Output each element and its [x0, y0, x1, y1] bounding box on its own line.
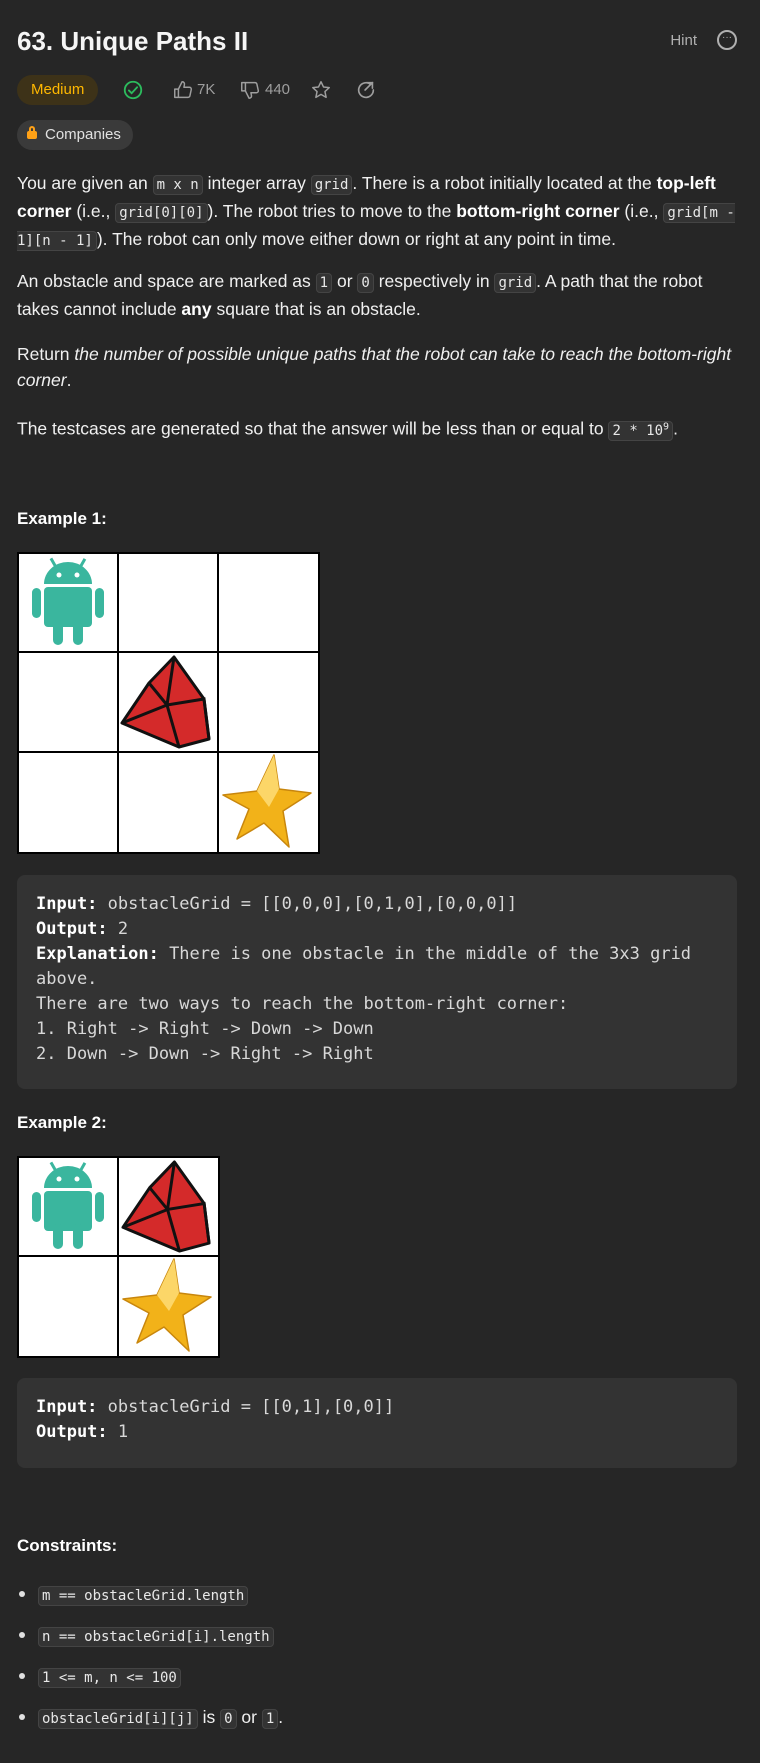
companies-button[interactable]: Companies: [17, 120, 133, 150]
example-1-code-block: Input: obstacleGrid = [[0,0,0],[0,1,0],[…: [17, 875, 737, 1089]
example-1-input-line: Input: obstacleGrid = [[0,0,0],[0,1,0],[…: [36, 894, 518, 914]
title-row: 63. Unique Paths II Hint ···: [17, 24, 737, 60]
lock-icon: [27, 126, 37, 139]
robot-icon: [32, 1161, 104, 1249]
thumbs-down-icon[interactable]: [239, 79, 261, 101]
more-options-icon[interactable]: ···: [717, 30, 737, 50]
likes-count: 7K: [197, 81, 216, 98]
example-2-heading: Example 2:: [17, 1113, 107, 1132]
example-2-input-line: Input: obstacleGrid = [[0,1],[0,0]]: [36, 1397, 395, 1417]
description-paragraph-1: You are given an m x n integer array gri…: [17, 173, 735, 251]
example-1-path-1: 1. Right -> Right -> Down -> Down: [36, 1019, 374, 1039]
constraint-item: m == obstacleGrid.length: [17, 1584, 249, 1606]
example-2-output-line: Output: 1: [36, 1422, 129, 1442]
constraint-item: 1 <= m, n <= 100: [17, 1666, 181, 1688]
example-1-explanation-cont: above.: [36, 969, 98, 989]
example-1-explanation-line: Explanation: There is one obstacle in th…: [36, 944, 692, 964]
problem-title: 63. Unique Paths II: [17, 26, 249, 56]
constraint-item: n == obstacleGrid[i].length: [17, 1625, 274, 1647]
description-paragraph-2: An obstacle and space are marked as 1 or…: [17, 271, 703, 319]
dislikes-count: 440: [265, 81, 291, 98]
hint-button[interactable]: Hint: [670, 32, 697, 49]
constraints-heading: Constraints:: [17, 1536, 118, 1555]
obstacle-gem-icon: [121, 1160, 211, 1253]
star-favorite-icon[interactable]: [310, 79, 332, 101]
description-paragraph-3: Return the number of possible unique pat…: [17, 344, 732, 390]
example-1-heading: Example 1:: [17, 509, 107, 528]
robot-icon: [32, 557, 104, 645]
difficulty-badge: Medium: [17, 75, 99, 105]
accepted-check-icon: [123, 80, 143, 100]
constraint-item: obstacleGrid[i][j] is 0 or 1.: [17, 1707, 283, 1729]
goal-star-icon: [222, 754, 312, 848]
example-1-grid-image: [17, 552, 320, 854]
example-2-grid-image: [17, 1156, 220, 1358]
obstacle-gem-icon: [120, 655, 211, 749]
example-1-ways-line: There are two ways to reach the bottom-r…: [36, 994, 569, 1014]
example-2-code-block: Input: obstacleGrid = [[0,1],[0,0]] Outp…: [17, 1378, 737, 1468]
example-1-output-line: Output: 2: [36, 919, 129, 939]
companies-label: Companies: [45, 126, 121, 143]
thumbs-up-icon[interactable]: [172, 79, 194, 101]
share-icon[interactable]: [355, 79, 377, 101]
goal-star-icon: [122, 1258, 212, 1352]
meta-row: Medium 7K 440: [17, 75, 737, 105]
example-1-path-2: 2. Down -> Down -> Right -> Right: [36, 1044, 374, 1064]
description-paragraph-4: The testcases are generated so that the …: [17, 418, 678, 441]
